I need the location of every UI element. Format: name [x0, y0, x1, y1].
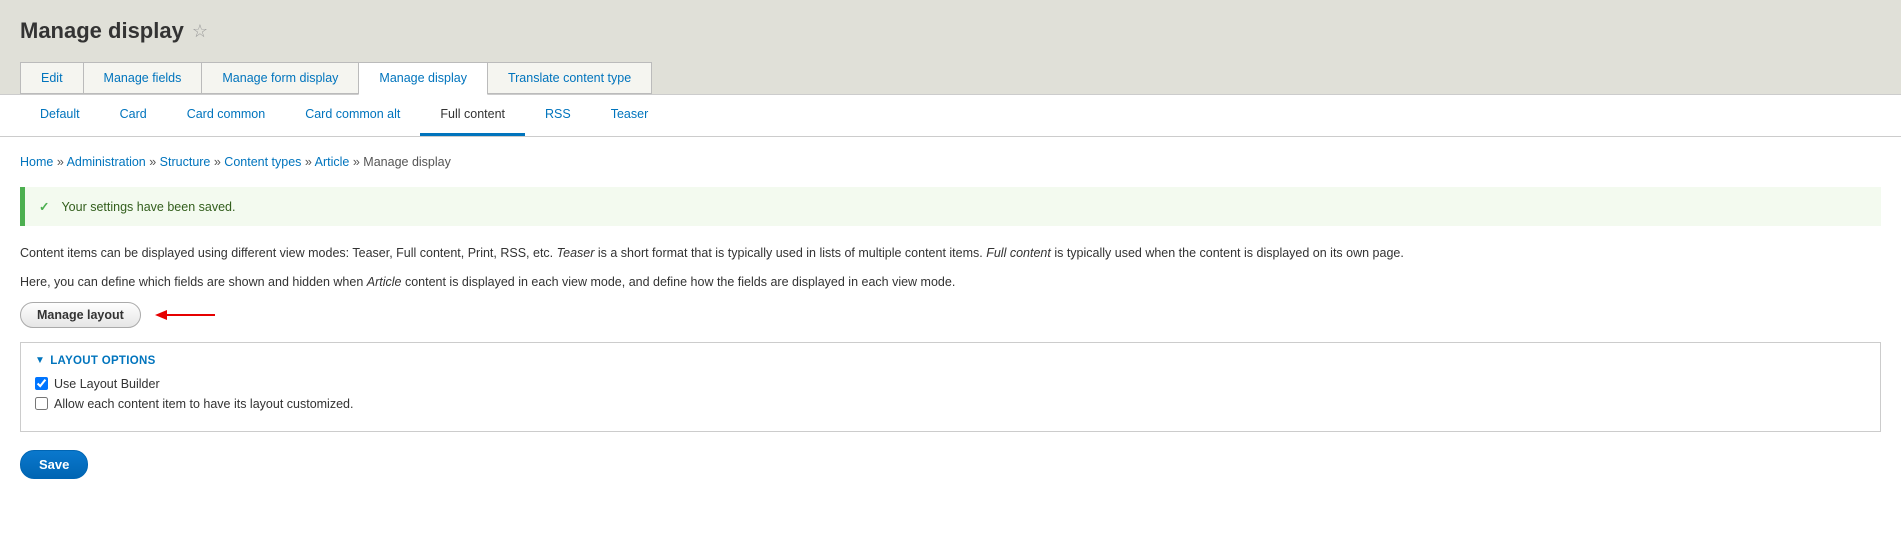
breadcrumb-link[interactable]: Structure	[160, 155, 211, 169]
check-icon: ✓	[39, 199, 49, 214]
breadcrumb: Home » Administration » Structure » Cont…	[20, 155, 1881, 169]
breadcrumb-link[interactable]: Home	[20, 155, 53, 169]
secondary-tab[interactable]: Teaser	[591, 95, 669, 136]
primary-tab[interactable]: Manage display	[358, 62, 488, 95]
primary-tabs: EditManage fieldsManage form displayMana…	[20, 62, 1881, 94]
allow-customize-row[interactable]: Allow each content item to have its layo…	[35, 397, 1866, 411]
header-region: Manage display ☆ EditManage fieldsManage…	[0, 0, 1901, 95]
use-layout-builder-checkbox[interactable]	[35, 377, 48, 390]
breadcrumb-link[interactable]: Administration	[67, 155, 146, 169]
content-region: Home » Administration » Structure » Cont…	[0, 137, 1901, 499]
layout-options-fieldset: ▼ LAYOUT OPTIONS Use Layout Builder Allo…	[20, 342, 1881, 432]
primary-tab[interactable]: Manage fields	[83, 62, 203, 94]
secondary-tab[interactable]: Card common	[167, 95, 286, 136]
arrow-annotation-icon	[155, 307, 215, 323]
star-icon[interactable]: ☆	[192, 21, 208, 42]
breadcrumb-link[interactable]: Article	[315, 155, 350, 169]
primary-tab[interactable]: Edit	[20, 62, 84, 94]
secondary-tab[interactable]: Card	[100, 95, 167, 136]
allow-customize-label: Allow each content item to have its layo…	[54, 397, 353, 411]
primary-tab[interactable]: Manage form display	[201, 62, 359, 94]
secondary-tab[interactable]: Default	[20, 95, 100, 136]
secondary-tabs: DefaultCardCard commonCard common altFul…	[0, 95, 1901, 137]
save-button[interactable]: Save	[20, 450, 88, 479]
layout-options-legend[interactable]: ▼ LAYOUT OPTIONS	[35, 355, 1866, 367]
help-text-2: Here, you can define which fields are sh…	[20, 273, 1881, 292]
page-title: Manage display	[20, 18, 184, 44]
triangle-down-icon: ▼	[35, 355, 45, 366]
use-layout-builder-label: Use Layout Builder	[54, 377, 160, 391]
page-title-row: Manage display ☆	[20, 18, 1881, 44]
allow-customize-checkbox[interactable]	[35, 397, 48, 410]
secondary-tab[interactable]: Full content	[420, 95, 525, 136]
secondary-tab[interactable]: Card common alt	[285, 95, 420, 136]
secondary-tab[interactable]: RSS	[525, 95, 591, 136]
manage-layout-row: Manage layout	[20, 302, 1881, 328]
breadcrumb-current: Manage display	[363, 155, 451, 169]
breadcrumb-link[interactable]: Content types	[224, 155, 301, 169]
manage-layout-button[interactable]: Manage layout	[20, 302, 141, 328]
status-message-text: Your settings have been saved.	[61, 200, 235, 214]
help-text-1: Content items can be displayed using dif…	[20, 244, 1881, 263]
primary-tab[interactable]: Translate content type	[487, 62, 652, 94]
use-layout-builder-row[interactable]: Use Layout Builder	[35, 377, 1866, 391]
status-message: ✓ Your settings have been saved.	[20, 187, 1881, 226]
